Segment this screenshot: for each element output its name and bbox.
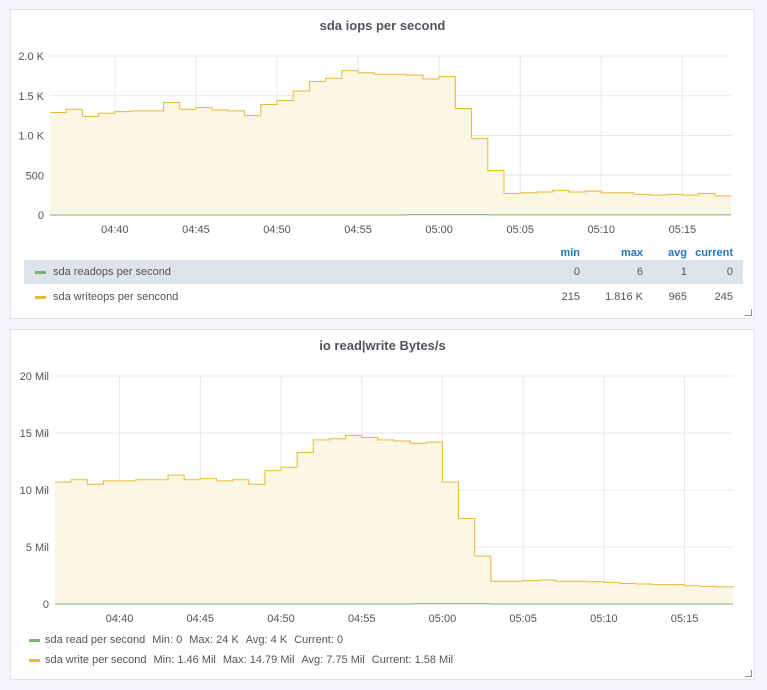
legend-max: Max: 14.79 Mil [222,654,295,666]
legend-series-name[interactable]: sda write per second [45,654,147,666]
iops-chart[interactable]: 0 500 1.0 K 1.5 K 2.0 K 04:40 04:45 04:50 04:55 0… [11,46,754,278]
x-tick-label: 05:15 [671,613,699,625]
x-tick-label: 04:50 [263,224,291,236]
legend-header-current[interactable]: current [695,247,733,259]
y-tick-label: 1.5 K [18,91,44,103]
legend-min: Min: 1.46 Mil [153,654,216,666]
legend-avg-value: 965 [668,291,687,303]
legend-min: Min: 0 [152,634,183,646]
legend-item-write[interactable]: sda write per second Min: 1.46 Mil Max: 14… [29,654,453,668]
y-tick-label: 15 Mil [20,428,49,440]
legend-series-name[interactable]: sda writeops per sencond [53,291,178,303]
x-tick-label: 05:10 [590,613,618,625]
legend-current: Current: 1.58 Mil [371,654,454,666]
y-tick-label: 0 [43,599,49,611]
panel-resize-handle[interactable] [745,309,752,316]
x-tick-label: 04:50 [267,613,295,625]
legend-max-value: 6 [636,266,643,278]
legend-current-value: 245 [714,291,733,303]
series-color-swatch[interactable] [35,271,46,274]
y-tick-label: 1.0 K [18,131,44,143]
x-tick-label: 05:05 [509,613,537,625]
series-color-swatch[interactable] [29,638,40,642]
legend-row-writeops[interactable]: sda writeops per sencond 215 1.816 K 965… [24,285,743,309]
legend-max: Max: 24 K [189,634,239,646]
legend-item-read[interactable]: sda read per second Min: 0 Max: 24 K Avg: 4… [29,634,343,648]
x-tick-label: 04:40 [101,224,129,236]
y-tick-label: 2.0 K [18,51,44,63]
legend-header-min[interactable]: min [560,247,580,259]
x-tick-label: 05:15 [669,224,697,236]
legend-header: min max avg current [24,245,743,261]
legend-header-max[interactable]: max [621,247,643,259]
x-tick-label: 05:10 [588,224,616,236]
legend-avg-value: 1 [680,266,687,278]
series-area [55,435,733,604]
y-tick-label: 5 Mil [26,542,49,554]
panel-title[interactable]: io read|write Bytes/s [11,338,754,353]
iops-panel[interactable]: sda iops per second 0 500 1.0 K 1.5 K 2.0 K0… [10,9,755,319]
x-tick-label: 05:00 [425,224,453,236]
legend-avg: Avg: 7.75 Mil [301,654,365,666]
y-tick-label: 20 Mil [20,371,49,383]
legend-current: Current: 0 [294,634,344,646]
legend-series-name[interactable]: sda readops per second [53,266,171,278]
x-tick-label: 04:55 [348,613,376,625]
legend-header-avg[interactable]: avg [668,247,687,259]
y-tick-label: 500 [26,170,44,182]
x-tick-label: 05:05 [506,224,534,236]
y-tick-label: 10 Mil [20,485,49,497]
series-color-swatch[interactable] [29,658,40,662]
legend-series-name[interactable]: sda read per second [45,634,145,646]
legend-row-readops[interactable]: sda readops per second 0 6 1 0 [24,260,743,284]
panel-resize-handle[interactable] [745,670,752,677]
panel-title[interactable]: sda iops per second [11,18,754,33]
x-tick-label: 04:45 [182,224,210,236]
x-tick-label: 04:45 [187,613,215,625]
io-bytes-chart[interactable]: 0 5 Mil 10 Mil 15 Mil 20 Mil 04:40 04:45 04:50 0… [11,366,754,636]
x-tick-label: 04:55 [344,224,372,236]
x-tick-label: 04:40 [106,613,134,625]
legend-max-value: 1.816 K [605,291,643,303]
iops-legend-table: min max avg current sda readops per seco… [24,245,743,309]
io-bytes-panel[interactable]: io read|write Bytes/s 0 5 Mil 10 Mil 15 Mil… [10,329,755,680]
legend-current-value: 0 [726,266,733,278]
legend-min-value: 215 [561,291,580,303]
legend-avg: Avg: 4 K [245,634,288,646]
series-color-swatch[interactable] [35,296,46,299]
y-tick-label: 0 [38,210,44,222]
series-area [50,70,731,216]
x-tick-label: 05:00 [429,613,457,625]
legend-min-value: 0 [573,266,580,278]
